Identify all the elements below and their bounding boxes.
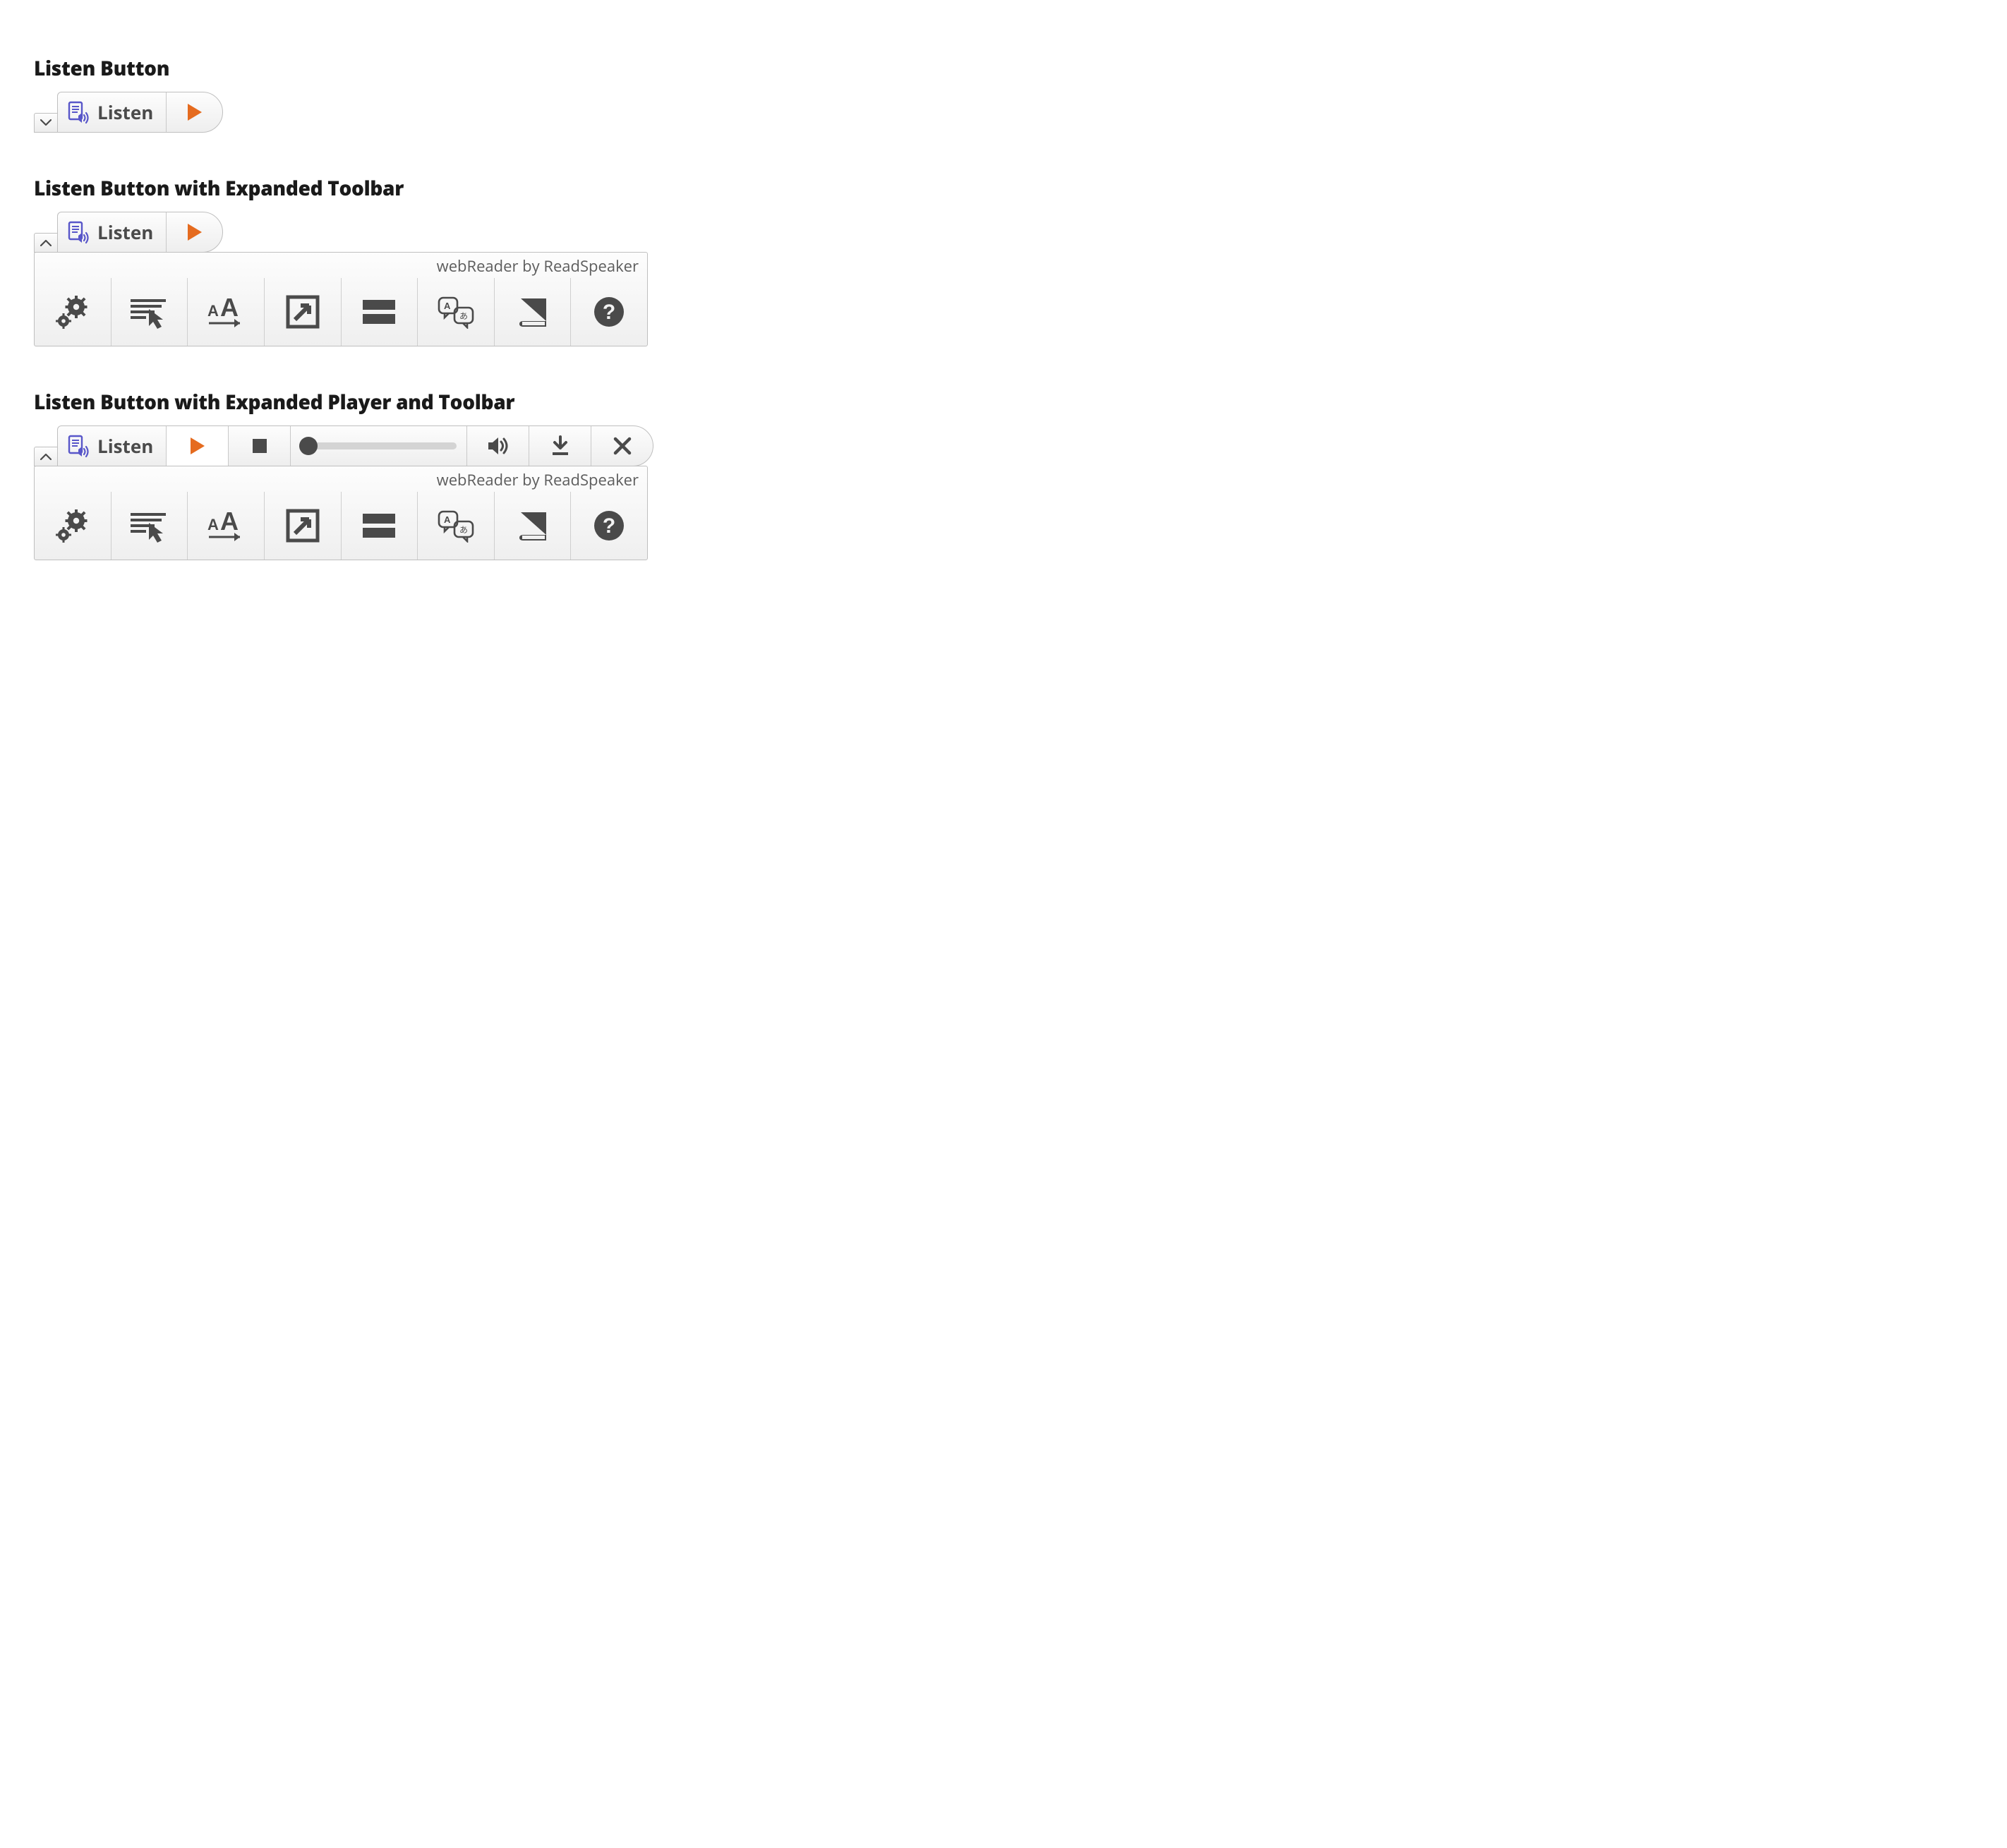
chevron-up-icon	[40, 453, 52, 460]
click-and-listen-button[interactable]	[111, 278, 188, 346]
book-icon	[515, 509, 550, 542]
svg-text:A: A	[220, 294, 239, 322]
popup-icon	[285, 508, 320, 543]
enlarge-text-button[interactable]: A A	[187, 278, 264, 346]
toolbar-icons: A A	[35, 492, 647, 560]
expand-toolbar-toggle[interactable]	[34, 113, 58, 133]
translate-icon: A あ	[436, 509, 476, 543]
stop-icon	[252, 438, 267, 454]
gear-icon	[54, 294, 92, 330]
stop-button[interactable]	[228, 426, 290, 466]
popup-icon	[285, 294, 320, 330]
play-icon	[186, 103, 203, 121]
toolbar-panel: webReader by ReadSpeaker	[34, 252, 648, 346]
text-size-icon: A A	[205, 507, 247, 544]
text-cursor-icon	[129, 509, 169, 543]
toolbar-brand-label: webReader by ReadSpeaker	[35, 253, 647, 278]
player-pill: Listen	[57, 425, 653, 466]
play-icon	[189, 437, 206, 455]
listen-widget-expanded: Listen	[34, 212, 1973, 253]
play-button[interactable]	[166, 212, 222, 252]
download-button[interactable]	[529, 426, 591, 466]
listen-pill: Listen	[57, 92, 223, 133]
listen-label: Listen	[97, 99, 153, 125]
listen-label: Listen	[97, 219, 153, 245]
text-size-icon: A A	[205, 294, 247, 330]
play-icon	[186, 223, 203, 241]
listen-widget-player-expanded: Listen	[34, 425, 1973, 466]
readspeaker-logo-icon	[68, 220, 90, 244]
listen-pill: Listen	[57, 212, 223, 253]
close-icon	[613, 437, 632, 455]
svg-text:?: ?	[603, 301, 615, 324]
svg-text:A: A	[207, 516, 219, 533]
toolbar-brand-label: webReader by ReadSpeaker	[35, 466, 647, 492]
readspeaker-logo-icon	[68, 100, 90, 124]
seek-track	[301, 442, 457, 449]
section-title-player: Listen Button with Expanded Player and T…	[34, 389, 1973, 416]
translate-button[interactable]: A あ	[417, 492, 494, 560]
chevron-up-icon	[40, 239, 52, 246]
help-icon: ?	[593, 509, 625, 542]
collapse-toolbar-toggle[interactable]	[34, 233, 58, 253]
readspeaker-logo-icon	[68, 434, 90, 458]
click-and-listen-button[interactable]	[111, 492, 188, 560]
collapse-toolbar-toggle[interactable]	[34, 447, 58, 466]
page-mask-button[interactable]	[341, 278, 418, 346]
page-mask-icon	[361, 511, 397, 540]
chevron-down-icon	[40, 119, 52, 126]
help-button[interactable]: ?	[570, 278, 647, 346]
svg-text:A: A	[444, 514, 451, 525]
svg-text:?: ?	[603, 514, 615, 538]
svg-text:A: A	[444, 301, 451, 311]
download-icon	[550, 435, 570, 457]
page-mask-icon	[361, 297, 397, 327]
settings-button[interactable]	[35, 278, 111, 346]
close-player-button[interactable]	[591, 426, 653, 466]
listen-button[interactable]: Listen	[58, 426, 166, 466]
seek-thumb[interactable]	[299, 437, 318, 455]
svg-text:あ: あ	[459, 525, 468, 535]
section-title-simple: Listen Button	[34, 55, 1973, 82]
seek-slider[interactable]	[290, 426, 466, 466]
toolbar-icons: A A	[35, 278, 647, 346]
volume-button[interactable]	[466, 426, 529, 466]
enlarge-text-button[interactable]: A A	[187, 492, 264, 560]
listen-button[interactable]: Listen	[58, 92, 166, 132]
text-mode-button[interactable]	[264, 278, 341, 346]
settings-button[interactable]	[35, 492, 111, 560]
text-mode-button[interactable]	[264, 492, 341, 560]
listen-button[interactable]: Listen	[58, 212, 166, 252]
section-title-toolbar: Listen Button with Expanded Toolbar	[34, 175, 1973, 202]
listen-widget-collapsed: Listen	[34, 92, 1973, 133]
svg-text:A: A	[207, 302, 219, 320]
svg-text:A: A	[220, 507, 239, 536]
text-cursor-icon	[129, 295, 169, 329]
toolbar-panel: webReader by ReadSpeaker	[34, 466, 648, 560]
play-button[interactable]	[166, 426, 228, 466]
play-button[interactable]	[166, 92, 222, 132]
help-icon: ?	[593, 296, 625, 328]
volume-icon	[487, 435, 510, 457]
help-button[interactable]: ?	[570, 492, 647, 560]
translate-icon: A あ	[436, 295, 476, 329]
listen-label: Listen	[97, 433, 153, 459]
dictionary-button[interactable]	[494, 492, 571, 560]
dictionary-button[interactable]	[494, 278, 571, 346]
svg-text:あ: あ	[459, 311, 468, 321]
translate-button[interactable]: A あ	[417, 278, 494, 346]
gear-icon	[54, 508, 92, 543]
book-icon	[515, 296, 550, 328]
page-mask-button[interactable]	[341, 492, 418, 560]
